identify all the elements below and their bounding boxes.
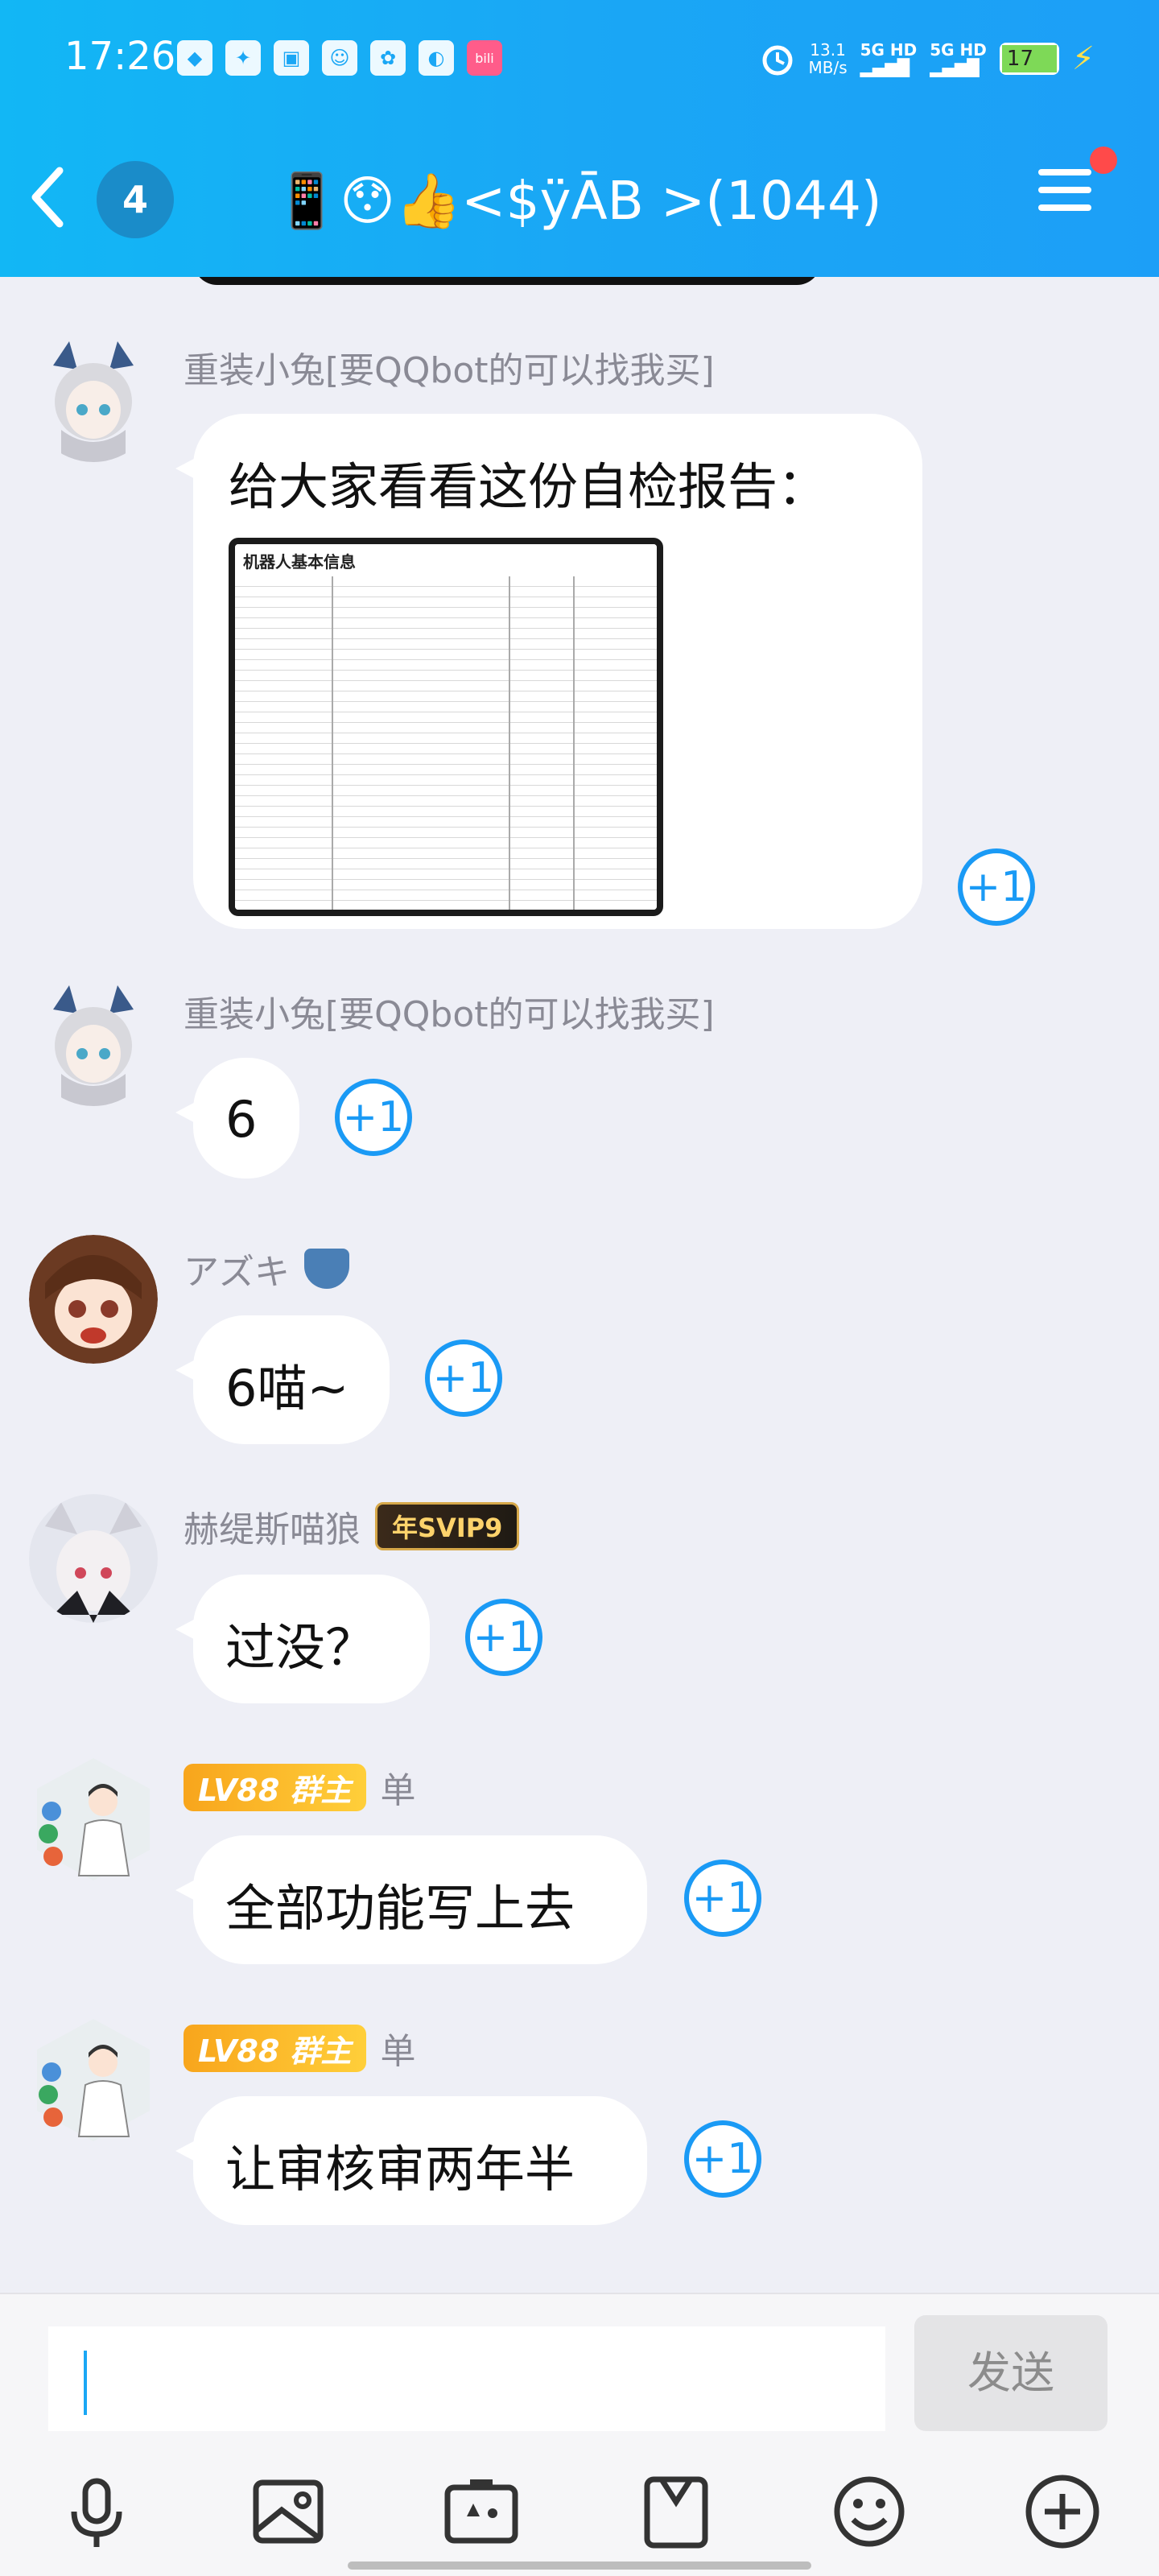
plus-icon	[1025, 2475, 1099, 2549]
battery-icon: 17	[999, 43, 1059, 75]
home-indicator[interactable]	[348, 2562, 811, 2570]
app-icon: ✿	[370, 40, 406, 76]
sender-name: アズキ	[184, 1252, 290, 1293]
message-text: 6喵~	[225, 1359, 349, 1418]
level-badge: LV88 群主	[184, 1763, 366, 1811]
avatar[interactable]	[29, 2016, 158, 2145]
menu-line	[1038, 187, 1091, 193]
chevron-left-icon	[31, 167, 64, 228]
menu-line	[1038, 169, 1091, 175]
notification-icons: ◆ ✦ ▣ ☺ ✿ ◐ bili	[177, 40, 502, 76]
signal-icon: ▂▄▆█	[930, 58, 980, 77]
chat-title[interactable]: 📱😯👍<$ÿĀB >(1044)	[274, 161, 918, 242]
level-badge: LV88 群主	[184, 2024, 366, 2072]
plus-one-button[interactable]: +1	[958, 848, 1035, 926]
image-button[interactable]	[248, 2471, 328, 2552]
report-table	[235, 576, 657, 910]
message-bubble[interactable]: 全部功能写上去	[175, 1835, 647, 1964]
sender-name[interactable]: 重装小兔[要QQbot的可以找我买]	[184, 985, 715, 1037]
network-indicator: 5G HD ▂▄▆█	[930, 40, 987, 77]
message-text: 过没？	[225, 1618, 376, 1677]
plus-one-button[interactable]: +1	[425, 1340, 502, 1417]
avatar-image	[29, 977, 158, 1106]
clock: 17:26	[64, 34, 176, 79]
avatar-image	[37, 2019, 150, 2141]
avatar[interactable]	[29, 1755, 158, 1884]
message-bubble[interactable]: 6喵~	[175, 1315, 390, 1444]
status-bar: 17:26 ◆ ✦ ▣ ☺ ✿ ◐ bili 13.1 MB/s 5G HD ▂…	[0, 0, 1159, 121]
sender-name-row[interactable]: LV88 群主 单	[184, 2022, 416, 2074]
image-icon	[253, 2479, 324, 2544]
sender-name[interactable]: 重装小兔[要QQbot的可以找我买]	[184, 341, 715, 393]
sender-name: 赫缇斯喵狼	[184, 1509, 361, 1550]
message-bubble[interactable]: 过没？	[175, 1575, 430, 1703]
qq-icon: ◆	[177, 40, 212, 76]
app-icon: ✦	[225, 40, 261, 76]
sender-name-row[interactable]: 赫缇斯喵狼 年SVIP9	[184, 1501, 520, 1552]
shield-badge-icon	[304, 1249, 349, 1289]
sender-name-row[interactable]: アズキ	[184, 1243, 349, 1294]
avatar[interactable]	[29, 1494, 158, 1623]
app-header: 17:26 ◆ ✦ ▣ ☺ ✿ ◐ bili 13.1 MB/s 5G HD ▂…	[0, 0, 1159, 277]
unread-count-badge[interactable]: 4	[97, 161, 174, 238]
menu-line	[1038, 204, 1091, 211]
message-text: 让审核审两年半	[225, 2140, 575, 2198]
camera-button[interactable]	[441, 2471, 522, 2552]
report-image[interactable]: 机器人基本信息	[229, 538, 663, 916]
chat-nav-bar: 4 📱😯👍<$ÿĀB >(1044)	[0, 153, 1159, 242]
file-icon	[644, 2476, 708, 2549]
report-image-title: 机器人基本信息	[235, 544, 657, 579]
plus-one-button[interactable]: +1	[684, 2120, 761, 2198]
emoji-button[interactable]	[829, 2471, 909, 2552]
app-icon: ◐	[419, 40, 454, 76]
system-status: 13.1 MB/s 5G HD ▂▄▆█ 5G HD ▂▄▆█ 17 ⚡	[760, 40, 1095, 77]
camera-icon	[444, 2479, 518, 2544]
sender-name-row[interactable]: LV88 群主 单	[184, 1761, 416, 1813]
app-icon: ▣	[274, 40, 309, 76]
avatar[interactable]	[29, 977, 158, 1106]
chat-messages[interactable]: 重装小兔[要QQbot的可以找我买] 给大家看看这份自检报告： 机器人基本信息 …	[0, 277, 1159, 2293]
voice-button[interactable]	[56, 2471, 137, 2552]
text-caret	[84, 2351, 87, 2415]
plus-one-button[interactable]: +1	[465, 1599, 542, 1676]
message-input[interactable]	[48, 2326, 885, 2431]
avatar-image	[29, 1235, 158, 1364]
previous-message-edge	[193, 277, 821, 285]
back-button[interactable]	[24, 161, 80, 233]
input-area: 发送	[0, 2293, 1159, 2576]
charging-icon: ⚡	[1071, 40, 1095, 77]
svip-badge: 年SVIP9	[375, 1502, 520, 1550]
plus-one-button[interactable]: +1	[335, 1079, 412, 1156]
sender-name: 单	[380, 1770, 416, 1811]
send-button[interactable]: 发送	[914, 2315, 1107, 2431]
message-text: 6	[225, 1090, 258, 1149]
alarm-icon	[762, 45, 793, 76]
menu-button[interactable]	[1038, 169, 1095, 225]
plus-one-button[interactable]: +1	[684, 1860, 761, 1937]
net-speed: 13.1 MB/s	[808, 40, 848, 77]
avatar-image	[29, 333, 158, 462]
sender-name: 单	[380, 2031, 416, 2072]
message-text: 给大家看看这份自检报告：	[229, 457, 828, 516]
avatar[interactable]	[29, 333, 158, 462]
avatar-image	[37, 1758, 150, 1880]
avatar[interactable]	[29, 1235, 158, 1364]
avatar-image	[29, 1494, 158, 1623]
signal-icon: ▂▄▆█	[860, 58, 910, 77]
message-bubble[interactable]: 让审核审两年半	[175, 2096, 647, 2225]
battery-level: 17	[1001, 45, 1057, 72]
microphone-icon	[71, 2478, 122, 2547]
message-bubble[interactable]: 给大家看看这份自检报告： 机器人基本信息	[175, 414, 922, 929]
input-toolbar	[0, 2455, 1159, 2552]
more-button[interactable]	[1022, 2471, 1103, 2552]
app-icon: ☺	[322, 40, 357, 76]
message-text: 全部功能写上去	[225, 1879, 575, 1938]
network-indicator: 5G HD ▂▄▆█	[860, 40, 918, 77]
message-bubble[interactable]: 6	[175, 1058, 299, 1179]
file-button[interactable]	[636, 2471, 716, 2552]
emoji-icon	[834, 2476, 905, 2547]
bilibili-icon: bili	[467, 40, 502, 76]
notification-dot	[1090, 147, 1117, 174]
